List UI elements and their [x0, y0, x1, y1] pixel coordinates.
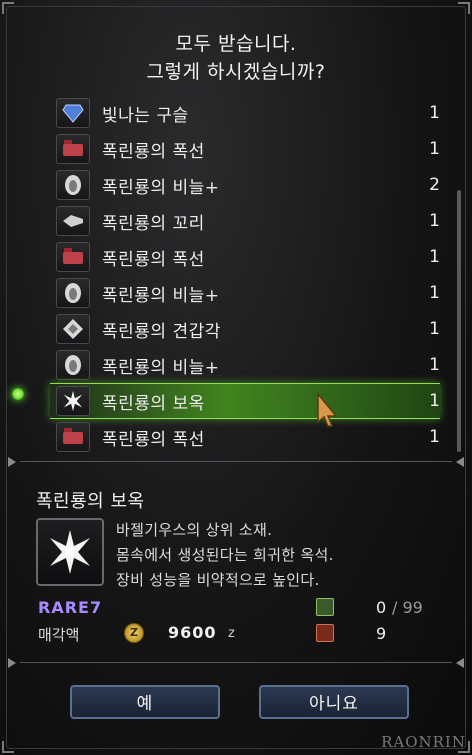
reward-list-item[interactable]: 폭린룡의 폭선 1 [50, 239, 440, 275]
reward-list-item[interactable]: 빛나는 구슬 1 [50, 95, 440, 131]
item-name: 폭린룡의 꼬리 [102, 213, 205, 234]
item-pouch-icon [316, 598, 334, 616]
section-divider [8, 656, 464, 670]
desc-line: 몸속에서 생성된다는 희귀한 옥석. [116, 546, 334, 564]
reward-list: 빛나는 구슬 1 폭린룡의 폭선 1 폭린룡의 비늘+ 2 폭린룡의 꼬리 1 폭린룡의 폭선 1… [50, 95, 440, 455]
item-quantity: 1 [429, 211, 440, 231]
desc-line: 장비 성능을 비약적으로 높인다. [116, 571, 320, 589]
price-unit: z [228, 626, 235, 641]
scale-icon [56, 350, 90, 380]
frame-corner [2, 741, 14, 753]
item-box-icon [316, 624, 334, 642]
item-quantity: 2 [429, 175, 440, 195]
frame-corner [2, 2, 14, 14]
gland-icon [56, 134, 90, 164]
reward-list-item[interactable]: 폭린룡의 비늘+ 1 [50, 275, 440, 311]
item-name: 빛나는 구슬 [102, 105, 189, 126]
item-quantity: 1 [429, 283, 440, 303]
item-name: 폭린룡의 비늘+ [102, 357, 220, 378]
tail-icon [56, 206, 90, 236]
item-quantity: 1 [429, 103, 440, 123]
list-scrollbar[interactable] [457, 190, 461, 452]
item-name: 폭린룡의 보옥 [102, 393, 205, 414]
sell-price-value: 9600 [168, 623, 217, 642]
owned-max: / 99 [392, 598, 423, 617]
item-name: 폭린룡의 폭선 [102, 141, 205, 162]
prompt-line-2: 그렇게 하시겠습니까? [146, 61, 326, 83]
gem-star-icon [56, 386, 90, 416]
gem-star-icon [36, 518, 104, 586]
selection-indicator-icon [12, 388, 24, 400]
box-count: 9 [376, 624, 387, 643]
reward-list-item[interactable]: 폭린룡의 견갑각 1 [50, 311, 440, 347]
gland-icon [56, 242, 90, 272]
rarity-label: RARE7 [38, 598, 103, 617]
frame-corner [458, 2, 470, 14]
item-name: 폭린룡의 비늘+ [102, 285, 220, 306]
no-button[interactable]: 아니요 [259, 685, 409, 719]
watermark: RAONRIN [381, 733, 466, 751]
item-quantity: 1 [429, 427, 440, 447]
yes-button[interactable]: 예 [70, 685, 220, 719]
item-name: 폭린룡의 폭선 [102, 429, 205, 450]
scale-icon [56, 278, 90, 308]
reward-list-item[interactable]: 폭린룡의 폭선 1 [50, 419, 440, 455]
confirm-prompt: 모두 받습니다. 그렇게 하시겠습니까? [0, 30, 472, 86]
item-quantity: 1 [429, 247, 440, 267]
reward-list-item[interactable]: 폭린룡의 보옥 1 [50, 383, 440, 419]
gem-icon [56, 98, 90, 128]
item-quantity: 1 [429, 139, 440, 159]
reward-list-item[interactable]: 폭린룡의 비늘+ 1 [50, 347, 440, 383]
zenny-coin-icon: Z [124, 623, 144, 643]
item-quantity: 1 [429, 355, 440, 375]
detail-description: 바젤기우스의 상위 소재. 몸속에서 생성된다는 희귀한 옥석. 장비 성능을 … [116, 518, 334, 593]
carapace-icon [56, 314, 90, 344]
item-name: 폭린룡의 견갑각 [102, 321, 221, 342]
item-quantity: 1 [429, 391, 440, 411]
sell-price-label: 매각액 [38, 626, 80, 644]
detail-title: 폭린룡의 보옥 [36, 491, 145, 512]
reward-list-item[interactable]: 폭린룡의 폭선 1 [50, 131, 440, 167]
section-divider [8, 455, 464, 469]
item-name: 폭린룡의 폭선 [102, 249, 205, 270]
scale-icon [56, 170, 90, 200]
item-quantity: 1 [429, 319, 440, 339]
desc-line: 바젤기우스의 상위 소재. [116, 521, 273, 539]
owned-count: 0 [376, 598, 387, 617]
reward-list-item[interactable]: 폭린룡의 비늘+ 2 [50, 167, 440, 203]
prompt-line-1: 모두 받습니다. [175, 33, 297, 55]
reward-list-item[interactable]: 폭린룡의 꼬리 1 [50, 203, 440, 239]
pointer-cursor-icon [317, 392, 338, 427]
gland-icon [56, 422, 90, 452]
item-name: 폭린룡의 비늘+ [102, 177, 220, 198]
